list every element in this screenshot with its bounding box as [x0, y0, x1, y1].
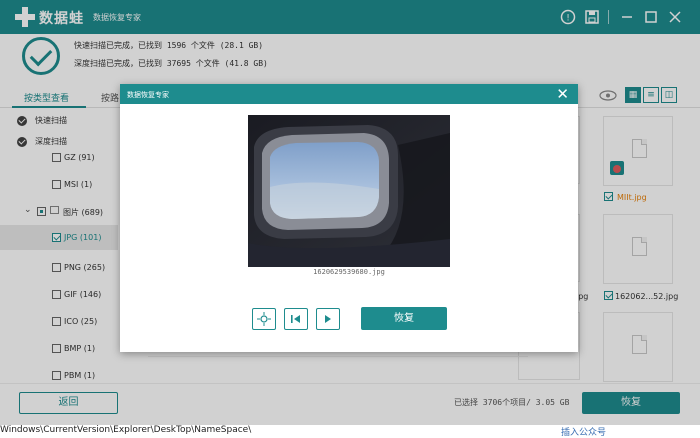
preview-filename: 1620629539680.jpg — [313, 268, 385, 276]
dialog-header: 数据恢复专家 ✕ — [120, 84, 578, 104]
next-icon[interactable] — [316, 308, 340, 330]
preview-dialog: 数据恢复专家 ✕ 1620629539680.jpg 恢复 — [120, 84, 578, 352]
previous-icon[interactable] — [284, 308, 308, 330]
image-preview — [248, 115, 450, 267]
locate-icon[interactable] — [252, 308, 276, 330]
airplane-window-photo — [248, 115, 450, 267]
dialog-recover-button[interactable]: 恢复 — [361, 307, 447, 330]
dialog-title: 数据恢复专家 — [127, 91, 169, 99]
app-window: 数据蛙 数据恢复专家 ! 快速扫描已完成，已找到 1596 个文件 (28.1 … — [0, 0, 700, 425]
dialog-close-icon[interactable]: ✕ — [556, 85, 569, 103]
background-link-text[interactable]: 插入公众号 — [561, 425, 606, 438]
